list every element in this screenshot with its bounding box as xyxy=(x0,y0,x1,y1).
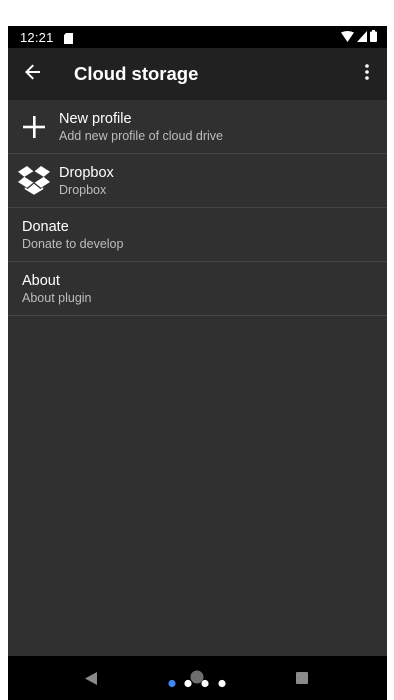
dropbox-icon xyxy=(8,165,59,196)
list-item-text: Donate Donate to develop xyxy=(8,218,123,252)
list-item-subtitle: About plugin xyxy=(22,290,92,305)
sd-card-icon xyxy=(63,32,73,44)
list-item-text: About About plugin xyxy=(8,272,92,306)
list-item-title: Donate xyxy=(22,218,69,235)
list-item-about[interactable]: About About plugin xyxy=(8,262,387,316)
list-item-text: New profile Add new profile of cloud dri… xyxy=(59,110,223,144)
list-item-subtitle: Donate to develop xyxy=(22,236,124,251)
more-vert-icon xyxy=(365,63,369,85)
overflow-menu-button[interactable] xyxy=(355,58,379,90)
status-time: 12:21 xyxy=(20,29,54,45)
list-item-title: About xyxy=(22,272,60,289)
nav-recents-icon[interactable] xyxy=(296,672,308,684)
system-nav-bar xyxy=(8,656,387,700)
page-title: Cloud storage xyxy=(74,63,199,84)
wifi-icon xyxy=(341,30,354,45)
list-item-title: Dropbox xyxy=(59,164,114,181)
list-item-subtitle: Add new profile of cloud drive xyxy=(59,128,223,143)
list-item-title: New profile xyxy=(59,110,132,127)
profile-list: New profile Add new profile of cloud dri… xyxy=(8,100,387,316)
app-bar: Cloud storage xyxy=(8,48,387,100)
status-icons xyxy=(341,29,377,45)
list-item-subtitle: Dropbox xyxy=(59,182,107,197)
nav-back-icon[interactable] xyxy=(85,672,97,690)
arrow-back-icon xyxy=(25,64,41,85)
list-item-dropbox[interactable]: Dropbox Dropbox xyxy=(8,154,387,208)
list-item-text: Dropbox Dropbox xyxy=(59,164,114,198)
nav-home-icon[interactable] xyxy=(167,670,227,690)
phone-screen: 12:21 Cloud storage New profile Add new … xyxy=(8,26,387,700)
battery-icon xyxy=(370,29,377,45)
back-button[interactable] xyxy=(8,48,58,100)
status-bar: 12:21 xyxy=(8,26,387,48)
list-item-new-profile[interactable]: New profile Add new profile of cloud dri… xyxy=(8,100,387,154)
signal-icon xyxy=(357,30,367,45)
list-item-donate[interactable]: Donate Donate to develop xyxy=(8,208,387,262)
plus-icon xyxy=(8,115,59,138)
